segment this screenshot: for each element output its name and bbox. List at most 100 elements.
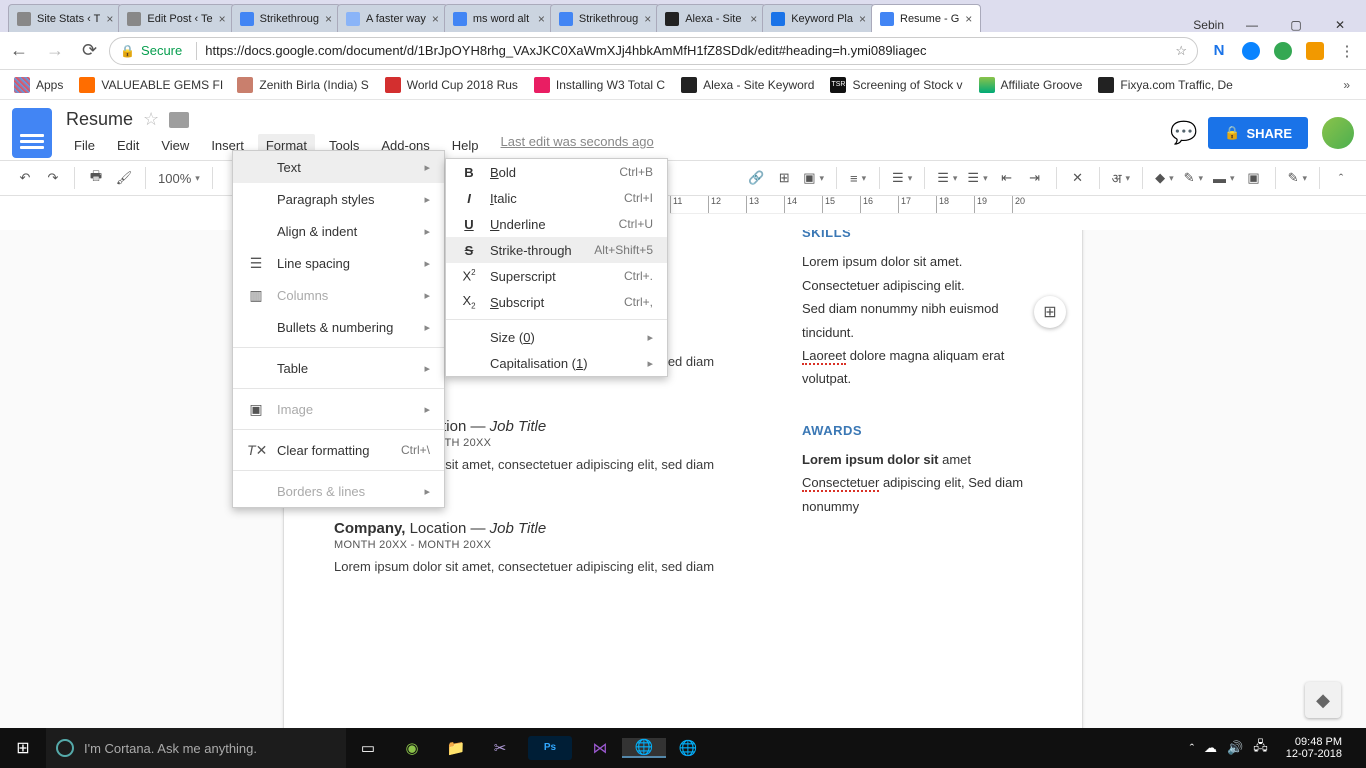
ext-icon[interactable]: [1274, 42, 1292, 60]
ext-icon[interactable]: [1242, 42, 1260, 60]
crop-button[interactable]: ▣: [1241, 164, 1267, 192]
tab-strikethrough-2[interactable]: Strikethroug×: [550, 4, 660, 32]
tray-volume-icon[interactable]: 🔊: [1227, 740, 1243, 756]
link-button[interactable]: 🔗: [743, 164, 769, 192]
submenu-capitalisation[interactable]: Capitalisation (1)▸: [446, 350, 667, 376]
tab-edit-post[interactable]: Edit Post ‹ Te×: [118, 4, 234, 32]
back-button[interactable]: ←: [10, 40, 28, 61]
border-color-button[interactable]: ◆: [1151, 164, 1178, 192]
hide-menus-button[interactable]: ˆ: [1328, 164, 1354, 192]
align-button[interactable]: ≡: [845, 164, 871, 192]
menu-clear-formatting[interactable]: T✕Clear formattingCtrl+\: [233, 434, 444, 466]
taskbar-vs[interactable]: ⋈: [578, 739, 622, 757]
clear-format-button[interactable]: ✕: [1065, 164, 1091, 192]
taskbar-chrome-canary[interactable]: 🌐: [666, 739, 710, 757]
image-button[interactable]: ▣: [799, 164, 828, 192]
share-button[interactable]: 🔒SHARE: [1208, 117, 1308, 149]
menu-bullets-numbering[interactable]: Bullets & numbering▸: [233, 311, 444, 343]
tray-chevron-icon[interactable]: ˆ: [1190, 741, 1194, 756]
close-icon[interactable]: ×: [325, 12, 332, 26]
taskbar-explorer[interactable]: 📁: [434, 739, 478, 757]
task-view-button[interactable]: ▭: [346, 739, 390, 757]
tray-network-icon[interactable]: 🖧: [1253, 737, 1268, 759]
star-icon[interactable]: ☆: [1175, 43, 1187, 59]
editing-mode-button[interactable]: ✎: [1284, 164, 1311, 192]
bookmark[interactable]: World Cup 2018 Rus: [381, 75, 522, 95]
bookmark-overflow[interactable]: »: [1343, 78, 1356, 92]
bookmark[interactable]: Alexa - Site Keyword: [677, 75, 818, 95]
ext-icon[interactable]: [1306, 42, 1324, 60]
redo-button[interactable]: ↷: [40, 164, 66, 192]
minimize-button[interactable]: —: [1236, 18, 1268, 32]
submenu-bold[interactable]: BBoldCtrl+B: [446, 159, 667, 185]
bookmark[interactable]: Zenith Birla (India) S: [233, 75, 372, 95]
menu-text[interactable]: Text▸: [233, 151, 444, 183]
close-icon[interactable]: ×: [644, 12, 651, 26]
bookmark[interactable]: Fixya.com Traffic, De: [1094, 75, 1236, 95]
submenu-superscript[interactable]: X2SuperscriptCtrl+.: [446, 263, 667, 289]
print-button[interactable]: 🖶: [83, 164, 109, 192]
ruler[interactable]: 11121314151617181920: [670, 196, 1366, 214]
tab-strikethrough-1[interactable]: Strikethroug×: [231, 4, 341, 32]
border-dash-button[interactable]: ▬: [1209, 164, 1239, 192]
reload-button[interactable]: ⟳: [82, 40, 97, 61]
profile-name[interactable]: Sebin: [1193, 18, 1224, 32]
taskbar-androidstudio[interactable]: ◉: [390, 739, 434, 757]
document-title[interactable]: Resume: [66, 109, 133, 130]
comments-icon[interactable]: 💬: [1170, 121, 1194, 145]
menu-table[interactable]: Table▸: [233, 352, 444, 384]
explore-button[interactable]: ◆: [1305, 682, 1341, 718]
zoom-select[interactable]: 100%: [154, 164, 204, 192]
maximize-button[interactable]: ▢: [1280, 18, 1312, 32]
submenu-strikethrough[interactable]: SStrike-throughAlt+Shift+5: [446, 237, 667, 263]
bullet-list-button[interactable]: ☰: [963, 164, 991, 192]
tab-resume[interactable]: Resume - G×: [871, 4, 981, 32]
line-spacing-button[interactable]: ☰: [888, 164, 916, 192]
menu-paragraph-styles[interactable]: Paragraph styles▸: [233, 183, 444, 215]
taskbar-photoshop[interactable]: Ps: [528, 736, 572, 760]
tab-keyword[interactable]: Keyword Pla×: [762, 4, 875, 32]
folder-icon[interactable]: [169, 112, 189, 128]
bookmark[interactable]: Installing W3 Total C: [530, 75, 669, 95]
close-icon[interactable]: ×: [750, 12, 757, 26]
submenu-underline[interactable]: UUnderlineCtrl+U: [446, 211, 667, 237]
input-tools-button[interactable]: अ: [1108, 164, 1134, 192]
forward-button[interactable]: →: [46, 40, 64, 61]
tab-alexa[interactable]: Alexa - Site×: [656, 4, 766, 32]
bookmark[interactable]: Affiliate Groove: [975, 75, 1087, 95]
tab-faster-way[interactable]: A faster way×: [337, 4, 448, 32]
menu-line-spacing[interactable]: ☰Line spacing▸: [233, 247, 444, 279]
account-avatar[interactable]: [1322, 117, 1354, 149]
menu-view[interactable]: View: [153, 134, 197, 157]
cortana-search[interactable]: I'm Cortana. Ask me anything.: [46, 728, 346, 768]
menu-align-indent[interactable]: Align & indent▸: [233, 215, 444, 247]
border-weight-button[interactable]: ✎: [1180, 164, 1207, 192]
last-edit-note[interactable]: Last edit was seconds ago: [501, 134, 654, 157]
close-icon[interactable]: ×: [965, 12, 972, 26]
star-icon[interactable]: ☆: [143, 109, 159, 130]
close-window-button[interactable]: ✕: [1324, 18, 1356, 32]
menu-help[interactable]: Help: [444, 134, 487, 157]
taskbar-chrome[interactable]: 🌐: [622, 738, 666, 758]
bookmark[interactable]: TSRScreening of Stock v: [826, 75, 966, 95]
paint-format-button[interactable]: 🖌: [111, 164, 137, 192]
undo-button[interactable]: ↶: [12, 164, 38, 192]
close-icon[interactable]: ×: [106, 12, 113, 26]
chrome-menu-button[interactable]: ⋮: [1338, 42, 1356, 60]
tray-cloud-icon[interactable]: ☁: [1204, 740, 1217, 756]
submenu-italic[interactable]: IItalicCtrl+I: [446, 185, 667, 211]
close-icon[interactable]: ×: [538, 12, 545, 26]
start-button[interactable]: ⊞: [0, 738, 46, 758]
indent-dec-button[interactable]: ⇤: [994, 164, 1020, 192]
close-icon[interactable]: ×: [859, 12, 866, 26]
bookmark[interactable]: VALUEABLE GEMS FI: [75, 75, 225, 95]
close-icon[interactable]: ×: [432, 12, 439, 26]
floating-add-comment-button[interactable]: ⊞: [1034, 296, 1066, 328]
submenu-size[interactable]: Size (0)▸: [446, 324, 667, 350]
document-canvas[interactable]: on — Job Title MONTH 20XX - PRESENT Lore…: [0, 230, 1366, 728]
add-comment-button[interactable]: ⊞: [771, 164, 797, 192]
bookmark-apps[interactable]: Apps: [10, 75, 67, 95]
docs-logo-icon[interactable]: [12, 108, 52, 158]
url-input[interactable]: 🔒 Secure https://docs.google.com/documen…: [109, 37, 1198, 65]
taskbar-clock[interactable]: 09:48 PM 12-07-2018: [1276, 736, 1352, 760]
